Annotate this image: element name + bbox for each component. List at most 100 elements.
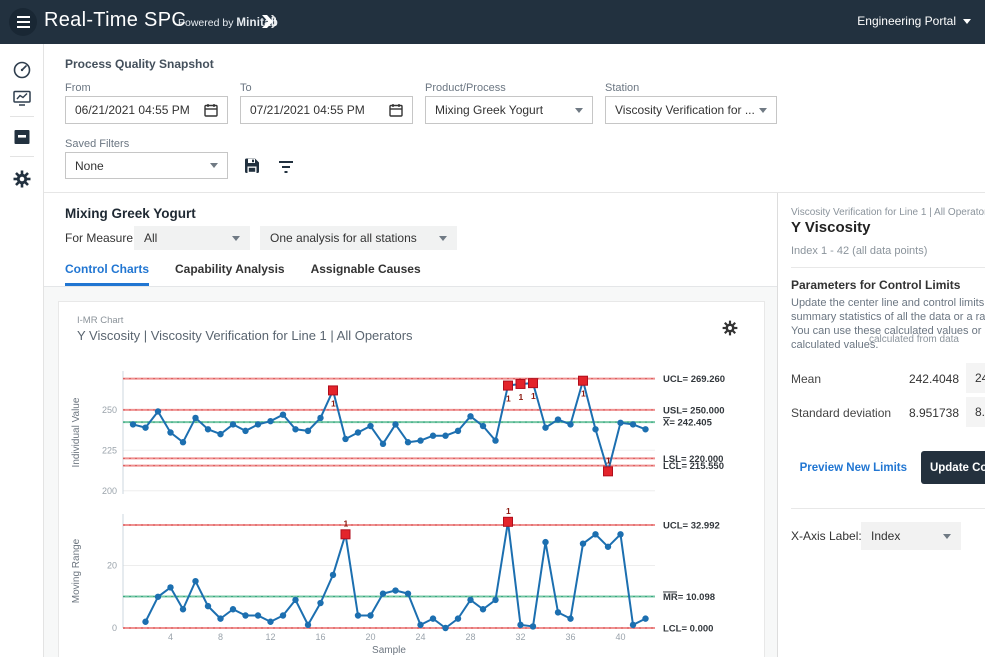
tab-assignable-causes[interactable]: Assignable Causes [311,262,421,286]
data-point [480,606,486,612]
filter-icon[interactable] [277,158,295,176]
moving-range-chart: 020UCL= 32.992MR= 10.098LCL= 0.00011Movi… [71,506,720,635]
limit-line-label: MR= 10.098 [663,592,715,603]
imr-chart-svg[interactable]: 200225250UCL= 269.260USL= 250.000X= 242.… [65,356,760,656]
params-heading: Parameters for Control Limits [791,278,960,292]
chart-type-label: I-MR Chart [77,315,123,326]
out-of-control-point [604,467,613,476]
data-point [180,606,186,612]
data-point [167,429,173,435]
save-icon[interactable] [243,157,261,175]
to-label: To [240,82,252,94]
minitab-logo-icon [262,15,276,28]
y-axis-label: Individual Value [71,397,82,467]
data-point [155,408,161,414]
xaxis-select[interactable]: Index [861,522,961,550]
sidebar-divider [10,156,34,157]
data-point [492,437,498,443]
panel-divider [791,508,985,509]
chevron-down-icon [759,108,767,113]
data-point [192,415,198,421]
data-point [280,411,286,417]
data-point [330,572,336,578]
data-point [305,428,311,434]
station-select[interactable]: Viscosity Verification for ... [605,96,777,124]
data-point [192,578,198,584]
saved-filters-select[interactable]: None [65,152,228,179]
test-flag-label: 1 [531,391,536,401]
out-of-control-point [579,376,588,385]
xaxis-label: X-Axis Label: [791,529,862,543]
data-point [242,428,248,434]
out-of-control-point [516,379,525,388]
calculated-column-header: calculated from data [838,334,959,346]
measure-select[interactable]: All [134,226,250,250]
data-point [267,619,273,625]
data-point [355,612,361,618]
archive-box-icon[interactable] [12,127,32,147]
x-tick-label: 8 [218,632,223,642]
data-point [367,423,373,429]
right-panel: Viscosity Verification for Line 1 | All … [777,193,985,657]
data-point [317,600,323,606]
mean-input[interactable]: 242.4048 [966,363,985,393]
monitor-chart-icon[interactable] [12,88,32,108]
chart-settings-gear-icon[interactable] [721,319,739,337]
hamburger-menu-icon[interactable] [9,8,37,36]
data-point [492,597,498,603]
data-point [180,439,186,445]
data-point [442,433,448,439]
data-point [217,615,223,621]
x-tick-label: 12 [265,632,275,642]
data-point [580,540,586,546]
data-point [242,612,248,618]
to-date-input[interactable]: 07/21/2021 04:55 PM [240,96,413,124]
analysis-select[interactable]: One analysis for all stations [260,226,457,250]
data-point [205,426,211,432]
data-point [317,415,323,421]
update-control-limits-button[interactable]: Update Control Limits [921,451,985,484]
section-title: Process Quality Snapshot [65,57,214,71]
gear-icon[interactable] [12,169,32,189]
data-point [292,597,298,603]
station-select-value: Viscosity Verification for ... [615,103,755,117]
out-of-control-point [504,517,513,526]
x-tick-label: 32 [515,632,525,642]
x-tick-label: 28 [465,632,475,642]
data-point [380,590,386,596]
app-title: Real-Time SPC [44,9,186,32]
speedometer-icon[interactable] [12,60,32,80]
data-point [392,421,398,427]
calendar-icon [204,103,218,117]
std-calculated-value: 8.951738 [858,406,959,420]
std-input[interactable]: 8.951738 [966,397,985,427]
tab-control-charts[interactable]: Control Charts [65,262,149,286]
limit-line-label: LCL= 215.550 [663,461,724,472]
data-point [417,437,423,443]
portal-menu-label: Engineering Portal [857,14,956,28]
chart-card: I-MR Chart Y Viscosity | Viscosity Verif… [58,301,765,657]
from-date-input[interactable]: 06/21/2021 04:55 PM [65,96,228,124]
data-point [642,426,648,432]
product-select[interactable]: Mixing Greek Yogurt [425,96,593,124]
test-flag-label: 1 [606,455,611,465]
saved-filters-label: Saved Filters [65,138,129,150]
process-heading: Mixing Greek Yogurt [65,206,196,221]
x-tick-label: 24 [415,632,425,642]
data-point [530,623,536,629]
data-point [405,590,411,596]
data-point [392,587,398,593]
measure-select-value: All [144,231,157,245]
tab-capability-analysis[interactable]: Capability Analysis [175,262,285,286]
from-label: From [65,82,91,94]
svg-text:250: 250 [102,405,117,415]
out-of-control-point [529,379,538,388]
saved-filters-value: None [75,159,104,173]
data-point [142,424,148,430]
limit-line-label: X= 242.405 [663,418,713,429]
data-point [555,609,561,615]
data-point [630,622,636,628]
xaxis-select-value: Index [871,529,900,543]
portal-menu[interactable]: Engineering Portal [857,14,971,28]
preview-new-limits-link[interactable]: Preview New Limits [791,462,907,474]
